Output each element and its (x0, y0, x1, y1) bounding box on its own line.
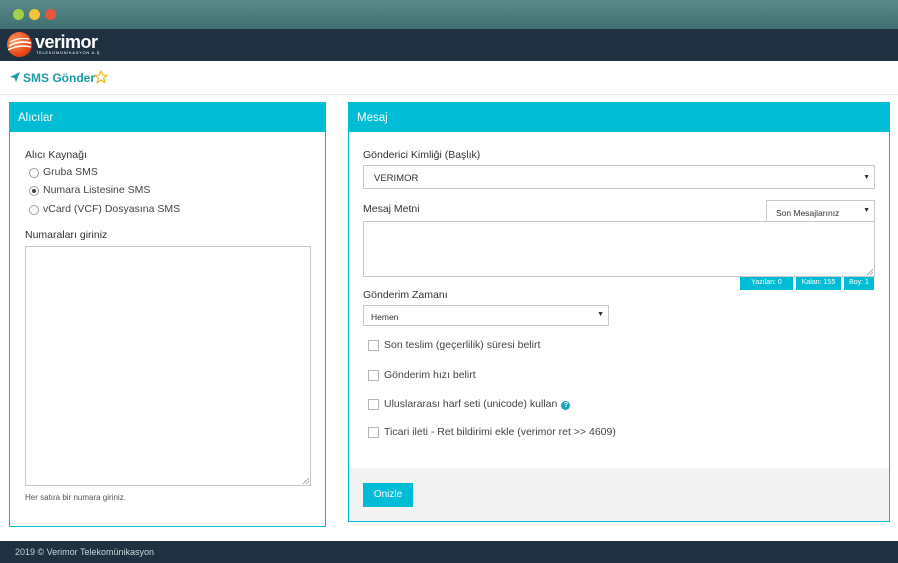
brand-header: verimor TELEKOMÜNİKASYON A.Ş. (0, 29, 898, 61)
sender-id-label: Gönderici Kimliği (Başlık) (363, 149, 481, 161)
last-messages-select[interactable]: Son Mesajlarınız ▼ (766, 200, 875, 222)
preview-button[interactable]: Onizle (363, 483, 413, 507)
checkbox-commercial-reject-label[interactable]: Ticari ileti - Ret bildirimi ekle (verim… (384, 426, 616, 438)
checkbox-unicode[interactable] (368, 399, 379, 410)
message-text-label: Mesaj Metni (363, 203, 420, 215)
chevron-down-icon: ▼ (597, 311, 604, 318)
checkbox-send-speed-label[interactable]: Gönderim hızı belirt (384, 369, 476, 381)
numbers-label: Numaraları giriniz (25, 229, 108, 241)
radio-number-list-sms[interactable] (29, 186, 39, 196)
message-textarea[interactable] (363, 221, 875, 277)
radio-group-sms[interactable] (29, 168, 39, 178)
radio-group-sms-label[interactable]: Gruba SMS (43, 166, 98, 178)
numbers-textarea[interactable] (25, 246, 311, 486)
checkbox-validity-period[interactable] (368, 340, 379, 351)
resize-handle-icon[interactable] (866, 268, 873, 275)
radio-number-list-sms-label[interactable]: Numara Listesine SMS (43, 184, 150, 196)
send-time-value: Hemen (371, 312, 399, 322)
window-maximize-button[interactable] (13, 9, 24, 20)
window-minimize-button[interactable] (29, 9, 40, 20)
chevron-down-icon: ▼ (863, 207, 870, 214)
sender-id-select[interactable]: VERIMOR ▼ (363, 165, 875, 189)
window-titlebar (0, 0, 898, 29)
checkbox-commercial-reject[interactable] (368, 427, 379, 438)
radio-vcard-sms-label[interactable]: vCard (VCF) Dosyasına SMS (43, 203, 180, 215)
recipients-heading: Alıcılar (10, 103, 325, 132)
page-title: SMS Gönder (23, 71, 96, 85)
window-close-button[interactable] (45, 9, 56, 20)
paper-plane-icon (10, 72, 20, 82)
recipients-panel: Alıcılar Alıcı Kaynağı Gruba SMS Numara … (9, 102, 326, 527)
recipient-source-label: Alıcı Kaynağı (25, 149, 87, 161)
message-panel: Mesaj Gönderici Kimliği (Başlık) VERIMOR… (348, 102, 890, 522)
send-time-select[interactable]: Hemen ▼ (363, 305, 609, 326)
checkbox-validity-period-label[interactable]: Son teslim (geçerlilik) süresi belirt (384, 339, 540, 351)
copyright-text: 2019 © Verimor Telekomünikasyon (15, 547, 155, 557)
page-footer: 2019 © Verimor Telekomünikasyon (0, 541, 898, 563)
written-count-badge: Yazılan: 0 (740, 277, 793, 290)
sender-id-value: VERIMOR (374, 173, 419, 184)
size-count-badge: Boy: 1 (844, 277, 874, 290)
verimor-logo-icon[interactable] (7, 32, 32, 57)
chevron-down-icon: ▼ (863, 174, 870, 181)
send-time-label: Gönderim Zamanı (363, 289, 448, 301)
remaining-count-badge: Kalan: 155 (796, 277, 841, 290)
message-panel-footer (349, 468, 889, 521)
question-help-icon[interactable]: ? (561, 401, 571, 410)
numbers-hint: Her satıra bir numara giriniz. (25, 493, 126, 502)
radio-vcard-sms[interactable] (29, 205, 39, 215)
resize-handle-icon[interactable] (302, 477, 309, 484)
checkbox-unicode-wrap: Uluslararası harf seti (unicode) kullan? (384, 398, 571, 410)
checkbox-unicode-label[interactable]: Uluslararası harf seti (unicode) kullan (384, 398, 557, 410)
checkbox-send-speed[interactable] (368, 370, 379, 381)
page-header (0, 61, 898, 95)
favorite-star-icon[interactable] (94, 70, 108, 84)
brand-tagline: TELEKOMÜNİKASYON A.Ş. (36, 50, 102, 55)
message-heading: Mesaj (349, 103, 889, 132)
last-messages-value: Son Mesajlarınız (776, 208, 840, 218)
